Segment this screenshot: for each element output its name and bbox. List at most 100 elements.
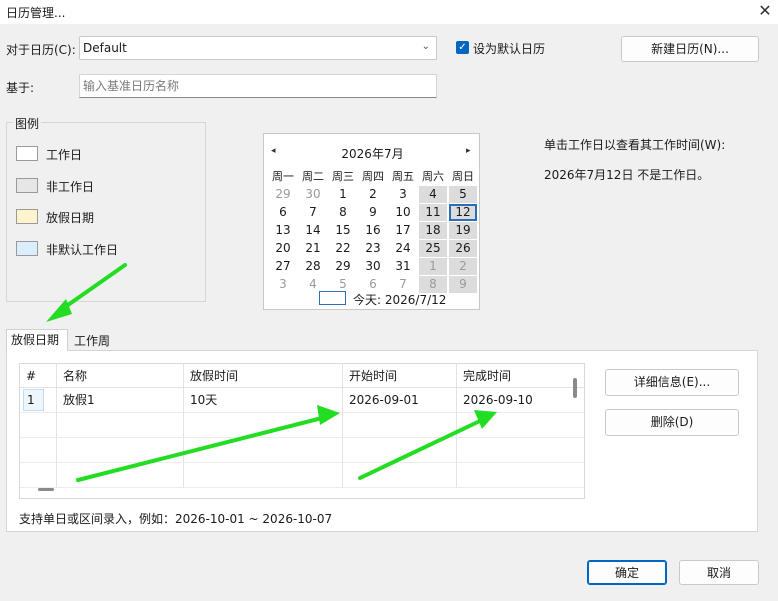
table-cell-empty[interactable] — [57, 463, 184, 487]
table-row-empty[interactable] — [20, 413, 584, 438]
table-cell-empty[interactable] — [57, 438, 184, 462]
table-cell-empty[interactable] — [343, 413, 457, 437]
table-cell-empty[interactable] — [457, 438, 569, 462]
table-cell-empty[interactable] — [20, 463, 57, 487]
vertical-scrollbar[interactable] — [573, 378, 577, 398]
table-cell-index[interactable]: 1 — [20, 388, 57, 412]
calendar-day[interactable]: 27 — [268, 258, 298, 275]
tab-work-week[interactable]: 工作周 — [70, 331, 114, 353]
calendar-day[interactable]: 23 — [358, 240, 388, 257]
legend-swatch-holiday — [16, 209, 38, 224]
today-marker[interactable] — [319, 291, 346, 305]
legend-label-nondefault-workday: 非默认工作日 — [46, 243, 119, 257]
table-row-empty[interactable] — [20, 463, 584, 488]
calendar-day[interactable]: 24 — [388, 240, 418, 257]
details-button[interactable]: 详细信息(E)... — [605, 369, 739, 396]
ok-button[interactable]: 确定 — [587, 560, 667, 585]
calendar-day[interactable]: 13 — [268, 222, 298, 239]
new-calendar-button[interactable]: 新建日历(N)... — [621, 36, 759, 62]
calendar-day[interactable]: 4 — [419, 186, 447, 203]
calendar-day[interactable]: 18 — [419, 222, 447, 239]
calendar-month-title[interactable]: 2026年7月 — [264, 145, 481, 162]
table-cell-start[interactable]: 2026-09-01 — [343, 388, 457, 412]
table-cell-empty[interactable] — [20, 438, 57, 462]
annotation-arrowhead — [46, 299, 72, 322]
calendar-day[interactable]: 19 — [449, 222, 477, 239]
tab-holidays[interactable]: 放假日期 — [6, 329, 68, 351]
calendar-day[interactable]: 1 — [419, 258, 447, 275]
column-header-duration[interactable]: 放假时间 — [184, 364, 343, 387]
calendar-day[interactable]: 6 — [268, 204, 298, 221]
next-month-icon[interactable]: ▸ — [466, 146, 471, 156]
calendar-day[interactable]: 9 — [449, 276, 477, 293]
delete-button[interactable]: 删除(D) — [605, 409, 739, 436]
table-row[interactable]: 1 放假1 10天 2026-09-01 2026-09-10 — [20, 388, 584, 413]
calendar-day[interactable]: 30 — [298, 186, 328, 203]
legend-swatch-nonworkday — [16, 178, 38, 193]
chevron-down-icon: ⌄ — [421, 41, 430, 52]
calendar-day[interactable]: 20 — [268, 240, 298, 257]
calendar-day[interactable]: 21 — [298, 240, 328, 257]
legend-label-workday: 工作日 — [46, 148, 83, 162]
calendar-day-selected[interactable]: 12 — [449, 204, 477, 221]
table-cell-empty[interactable] — [184, 438, 343, 462]
calendar-day[interactable]: 30 — [358, 258, 388, 275]
calendar-day[interactable]: 31 — [388, 258, 418, 275]
column-header-name[interactable]: 名称 — [57, 364, 184, 387]
calendar-combobox[interactable]: Default ⌄ — [79, 36, 437, 60]
calendar-day[interactable]: 14 — [298, 222, 328, 239]
weekday-header: 周六 — [422, 170, 444, 183]
table-cell-empty[interactable] — [457, 463, 569, 487]
based-on-input[interactable]: 输入基准日历名称 — [79, 74, 437, 98]
calendar-day[interactable]: 11 — [419, 204, 447, 221]
calendar-day[interactable]: 15 — [328, 222, 358, 239]
table-cell-empty[interactable] — [457, 413, 569, 437]
calendar-day[interactable]: 29 — [328, 258, 358, 275]
calendar-label: 对于日历(C): — [6, 43, 76, 57]
default-calendar-checkbox[interactable]: ✓ — [456, 41, 469, 54]
table-cell-empty[interactable] — [57, 413, 184, 437]
holiday-table[interactable]: # 名称 放假时间 开始时间 完成时间 1 放假1 10天 2026-09-01… — [19, 363, 585, 499]
calendar-day[interactable]: 28 — [298, 258, 328, 275]
calendar-day[interactable]: 1 — [328, 186, 358, 203]
table-cell-empty[interactable] — [184, 463, 343, 487]
calendar-combobox-value: Default — [83, 41, 127, 55]
calendar-day[interactable]: 29 — [268, 186, 298, 203]
calendar-day[interactable]: 2 — [358, 186, 388, 203]
column-header-start[interactable]: 开始时间 — [343, 364, 457, 387]
calendar-day[interactable]: 8 — [328, 204, 358, 221]
horizontal-scrollbar[interactable] — [38, 488, 54, 491]
calendar-day[interactable]: 5 — [449, 186, 477, 203]
column-header-index[interactable]: # — [20, 364, 57, 387]
calendar-day[interactable]: 25 — [419, 240, 447, 257]
selected-day-status: 2026年7月12日 不是工作日。 — [544, 168, 710, 182]
calendar-day[interactable]: 10 — [388, 204, 418, 221]
table-cell-empty[interactable] — [20, 413, 57, 437]
month-calendar[interactable]: ◂ 2026年7月 ▸ 周一 周二 周三 周四 周五 周六 周日 29 30 1… — [263, 133, 480, 310]
table-cell-name[interactable]: 放假1 — [57, 388, 184, 412]
calendar-day[interactable]: 3 — [268, 276, 298, 293]
column-header-finish[interactable]: 完成时间 — [457, 364, 569, 387]
based-on-label: 基于: — [6, 81, 35, 95]
today-label[interactable]: 今天: 2026/7/12 — [353, 291, 446, 308]
calendar-day[interactable]: 2 — [449, 258, 477, 275]
calendar-day[interactable]: 9 — [358, 204, 388, 221]
close-icon[interactable]: ✕ — [752, 0, 778, 24]
cancel-button[interactable]: 取消 — [679, 560, 759, 585]
table-cell-empty[interactable] — [343, 463, 457, 487]
calendar-day[interactable]: 22 — [328, 240, 358, 257]
calendar-day[interactable]: 3 — [388, 186, 418, 203]
calendar-day[interactable]: 7 — [298, 204, 328, 221]
legend-swatch-nondefault-workday — [16, 241, 38, 256]
table-cell-empty[interactable] — [343, 438, 457, 462]
table-cell-duration[interactable]: 10天 — [184, 388, 343, 412]
calendar-day[interactable]: 16 — [358, 222, 388, 239]
calendar-day[interactable]: 26 — [449, 240, 477, 257]
legend-label-nonworkday: 非工作日 — [46, 180, 95, 194]
table-cell-finish[interactable]: 2026-09-10 — [457, 388, 569, 412]
legend-swatch-workday — [16, 146, 38, 161]
table-row-empty[interactable] — [20, 438, 584, 463]
table-cell-empty[interactable] — [184, 413, 343, 437]
title-bar: 日历管理... ✕ — [0, 0, 778, 24]
calendar-day[interactable]: 17 — [388, 222, 418, 239]
